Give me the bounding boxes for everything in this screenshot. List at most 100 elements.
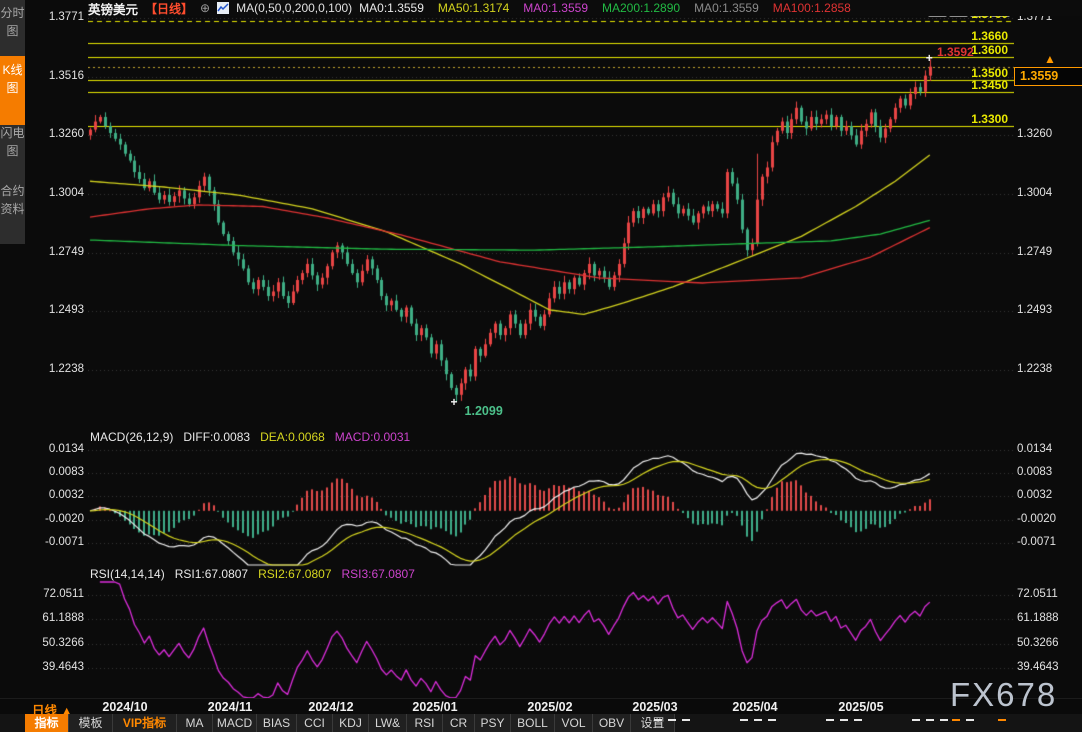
level-label-1.3450: 1.3450 xyxy=(938,78,1008,92)
ma-value-2: MA50:1.3174 xyxy=(438,1,509,15)
toolbar-button-模板[interactable]: 模板 xyxy=(69,714,113,732)
main-tick-left: 1.3516 xyxy=(28,70,84,82)
high-cross-marker: + xyxy=(926,51,933,65)
mini-chart-icon xyxy=(217,2,229,14)
macd-tick-right: 0.0083 xyxy=(1017,466,1077,478)
toolbar-button-BOLL[interactable]: BOLL xyxy=(511,714,555,732)
macd-header: MACD(26,12,9) DIFF:0.0083 DEA:0.0068 MAC… xyxy=(90,430,410,444)
date-label-2024-10: 2024/10 xyxy=(102,700,147,714)
chart-header: 英镑美元 【日线】 ⊕ MA(0,50,0,200,0,100) MA0:1.3… xyxy=(88,0,1082,16)
date-label-2024-11: 2024/11 xyxy=(208,700,253,714)
toolbar-button-BIAS[interactable]: BIAS xyxy=(257,714,297,732)
main-tick-right: 1.3004 xyxy=(1017,187,1077,199)
main-tick-left: 1.3771 xyxy=(28,11,84,23)
period-tag: 【日线】 xyxy=(145,0,193,17)
macd-tick-right: 0.0134 xyxy=(1017,443,1077,455)
placeholder-dash xyxy=(668,719,676,721)
date-label-2025-03: 2025/03 xyxy=(632,700,677,714)
sidebar-item-3[interactable]: 闪电图 xyxy=(0,124,25,178)
placeholder-dash xyxy=(826,719,834,721)
ma-value-1: MA0:1.3559 xyxy=(359,1,424,15)
date-axis: 日线 ▲ 2024/102024/112024/122025/012025/02… xyxy=(0,698,1082,715)
rsi3-value: RSI3:67.0807 xyxy=(342,567,415,581)
main-tick-left: 1.3004 xyxy=(28,187,84,199)
left-sidebar: 分时图K线图闪电图合约资料 xyxy=(0,0,25,244)
placeholder-dash xyxy=(966,719,974,721)
rsi-tick-right: 61.1888 xyxy=(1017,612,1077,624)
ma-value-5: MA0:1.3559 xyxy=(694,1,759,15)
sidebar-item-1[interactable]: 分时图 xyxy=(0,4,25,58)
toolbar-button-RSI[interactable]: RSI xyxy=(407,714,443,732)
toolbar-button-LW&[interactable]: LW& xyxy=(369,714,407,732)
toolbar-spacer xyxy=(0,714,25,732)
toolbar-button-VIP指标[interactable]: VIP指标 xyxy=(113,714,177,732)
macd-tick-left: -0.0020 xyxy=(28,513,84,525)
main-tick-right: 1.2749 xyxy=(1017,246,1077,258)
placeholder-dash xyxy=(682,719,690,721)
level-label-1.3300: 1.3300 xyxy=(938,112,1008,126)
toolbar-button-MACD[interactable]: MACD xyxy=(213,714,257,732)
main-tick-left: 1.2493 xyxy=(28,304,84,316)
level-label-1.3660: 1.3660 xyxy=(938,29,1008,43)
ma-value-3: MA0:1.3559 xyxy=(523,1,588,15)
rsi-tick-right: 72.0511 xyxy=(1017,588,1077,600)
rsi-tick-left: 72.0511 xyxy=(28,588,84,600)
ma-settings: MA(0,50,0,200,0,100) xyxy=(236,1,352,15)
sidebar-item-2[interactable]: K线图 xyxy=(0,56,25,125)
ma-values: MA0:1.3559 MA50:1.3174 MA0:1.3559 MA200:1.2… xyxy=(359,1,851,15)
date-label-2025-02: 2025/02 xyxy=(527,700,572,714)
toolbar-button-OBV[interactable]: OBV xyxy=(593,714,631,732)
ma-value-4: MA200:1.2890 xyxy=(602,1,680,15)
placeholder-dash xyxy=(654,719,662,721)
placeholder-dash xyxy=(854,719,862,721)
macd-tick-left: -0.0071 xyxy=(28,536,84,548)
sidebar-item-4[interactable]: 合约资料 xyxy=(0,182,25,256)
recent-high-label: 1.3592 xyxy=(937,45,974,59)
price-chart-canvas[interactable] xyxy=(88,14,1014,700)
toolbar-button-VOL[interactable]: VOL xyxy=(555,714,593,732)
watermark: FX678 xyxy=(950,676,1057,714)
placeholder-dash xyxy=(952,719,960,721)
macd-tick-right: 0.0032 xyxy=(1017,489,1077,501)
rsi2-value: RSI2:67.0807 xyxy=(258,567,331,581)
macd-tick-left: 0.0083 xyxy=(28,466,84,478)
placeholder-dash xyxy=(840,719,848,721)
date-label-2025-05: 2025/05 xyxy=(838,700,883,714)
macd-diff: DIFF:0.0083 xyxy=(183,430,250,444)
add-indicator-icon[interactable]: ⊕ xyxy=(200,2,210,14)
rsi-header: RSI(14,14,14) RSI1:67.0807 RSI2:67.0807 … xyxy=(90,567,415,581)
toolbar-button-CR[interactable]: CR xyxy=(443,714,475,732)
charting-app: 分时图K线图闪电图合约资料 英镑美元 【日线】 ⊕ MA(0,50,0,200,… xyxy=(0,0,1082,732)
main-tick-left: 1.3260 xyxy=(28,128,84,140)
main-tick-right: 1.2493 xyxy=(1017,304,1077,316)
main-tick-left: 1.2749 xyxy=(28,246,84,258)
rsi-tick-left: 39.4643 xyxy=(28,661,84,673)
main-tick-right: 1.3260 xyxy=(1017,128,1077,140)
main-tick-right: 1.2238 xyxy=(1017,363,1077,375)
rsi1-value: RSI1:67.0807 xyxy=(175,567,248,581)
toolbar-button-设置[interactable]: 设置 xyxy=(631,714,675,732)
rsi-tick-left: 50.3266 xyxy=(28,637,84,649)
rsi-title: RSI(14,14,14) xyxy=(90,567,165,581)
date-label-2025-04: 2025/04 xyxy=(732,700,777,714)
date-label-2024-12: 2024/12 xyxy=(308,700,353,714)
placeholder-dash xyxy=(998,719,1006,721)
placeholder-dash xyxy=(912,719,920,721)
placeholder-dash xyxy=(768,719,776,721)
price-up-arrow-icon: ▲ xyxy=(1044,54,1056,64)
toolbar-button-MA[interactable]: MA xyxy=(177,714,213,732)
toolbar-button-PSY[interactable]: PSY xyxy=(475,714,511,732)
macd-dea: DEA:0.0068 xyxy=(260,430,325,444)
current-price-badge: 1.3559 xyxy=(1014,67,1082,86)
toolbar-button-KDJ[interactable]: KDJ xyxy=(333,714,369,732)
date-label-2025-01: 2025/01 xyxy=(412,700,457,714)
rsi-tick-left: 61.1888 xyxy=(28,612,84,624)
macd-tick-left: 0.0134 xyxy=(28,443,84,455)
toolbar-button-CCI[interactable]: CCI xyxy=(297,714,333,732)
low-cross-marker: + xyxy=(451,395,458,409)
toolbar-button-指标[interactable]: 指标 xyxy=(25,714,69,732)
low-price-label: 1.2099 xyxy=(465,404,503,418)
macd-title: MACD(26,12,9) xyxy=(90,430,173,444)
placeholder-dash xyxy=(740,719,748,721)
symbol-name: 英镑美元 xyxy=(88,0,138,18)
